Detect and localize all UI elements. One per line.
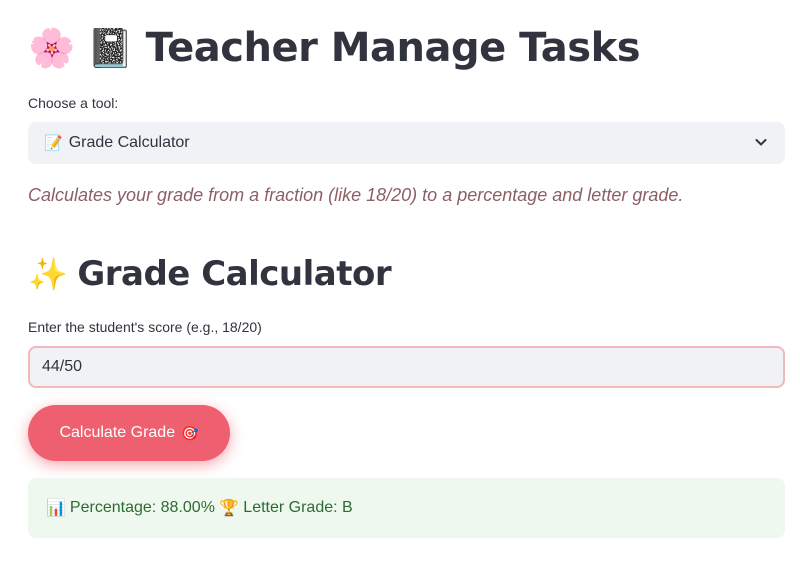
page-title: 🌸 📓 Teacher Manage Tasks xyxy=(28,18,641,78)
percentage-text: Percentage: 88.00% xyxy=(69,499,215,516)
trophy-icon: 🏆 xyxy=(219,500,240,517)
tool-select-label: Choose a tool: xyxy=(28,95,119,111)
tool-select-value: Grade Calculator xyxy=(68,134,190,151)
calculate-grade-label: Calculate Grade xyxy=(59,424,176,441)
section-title-text: Grade Calculator xyxy=(77,254,392,294)
cherry-blossom-icon: 🌸 xyxy=(28,26,75,70)
calculate-grade-button[interactable]: Calculate Grade 🎯 xyxy=(28,405,230,461)
section-title: ✨ Grade Calculator xyxy=(28,250,392,298)
chevron-down-icon[interactable] xyxy=(753,134,769,150)
sparkles-icon: ✨ xyxy=(28,255,68,293)
notebook-icon: 📓 xyxy=(86,26,134,70)
app-page: 🌸 📓 Teacher Manage Tasks Choose a tool: … xyxy=(0,0,800,573)
tool-description: Calculates your grade from a fraction (l… xyxy=(28,185,684,205)
bar-chart-icon: 📊 xyxy=(46,500,66,517)
score-input[interactable] xyxy=(28,346,785,388)
target-icon: 🎯 xyxy=(181,424,199,441)
score-input-label: Enter the student's score (e.g., 18/20) xyxy=(28,319,262,335)
memo-icon: 📝 xyxy=(44,135,63,152)
page-title-text: Teacher Manage Tasks xyxy=(145,25,641,71)
letter-grade-text: Letter Grade: B xyxy=(243,499,353,516)
result-alert: 📊 Percentage: 88.00% 🏆 Letter Grade: B xyxy=(28,478,785,538)
tool-select[interactable]: 📝 Grade Calculator xyxy=(28,122,785,164)
